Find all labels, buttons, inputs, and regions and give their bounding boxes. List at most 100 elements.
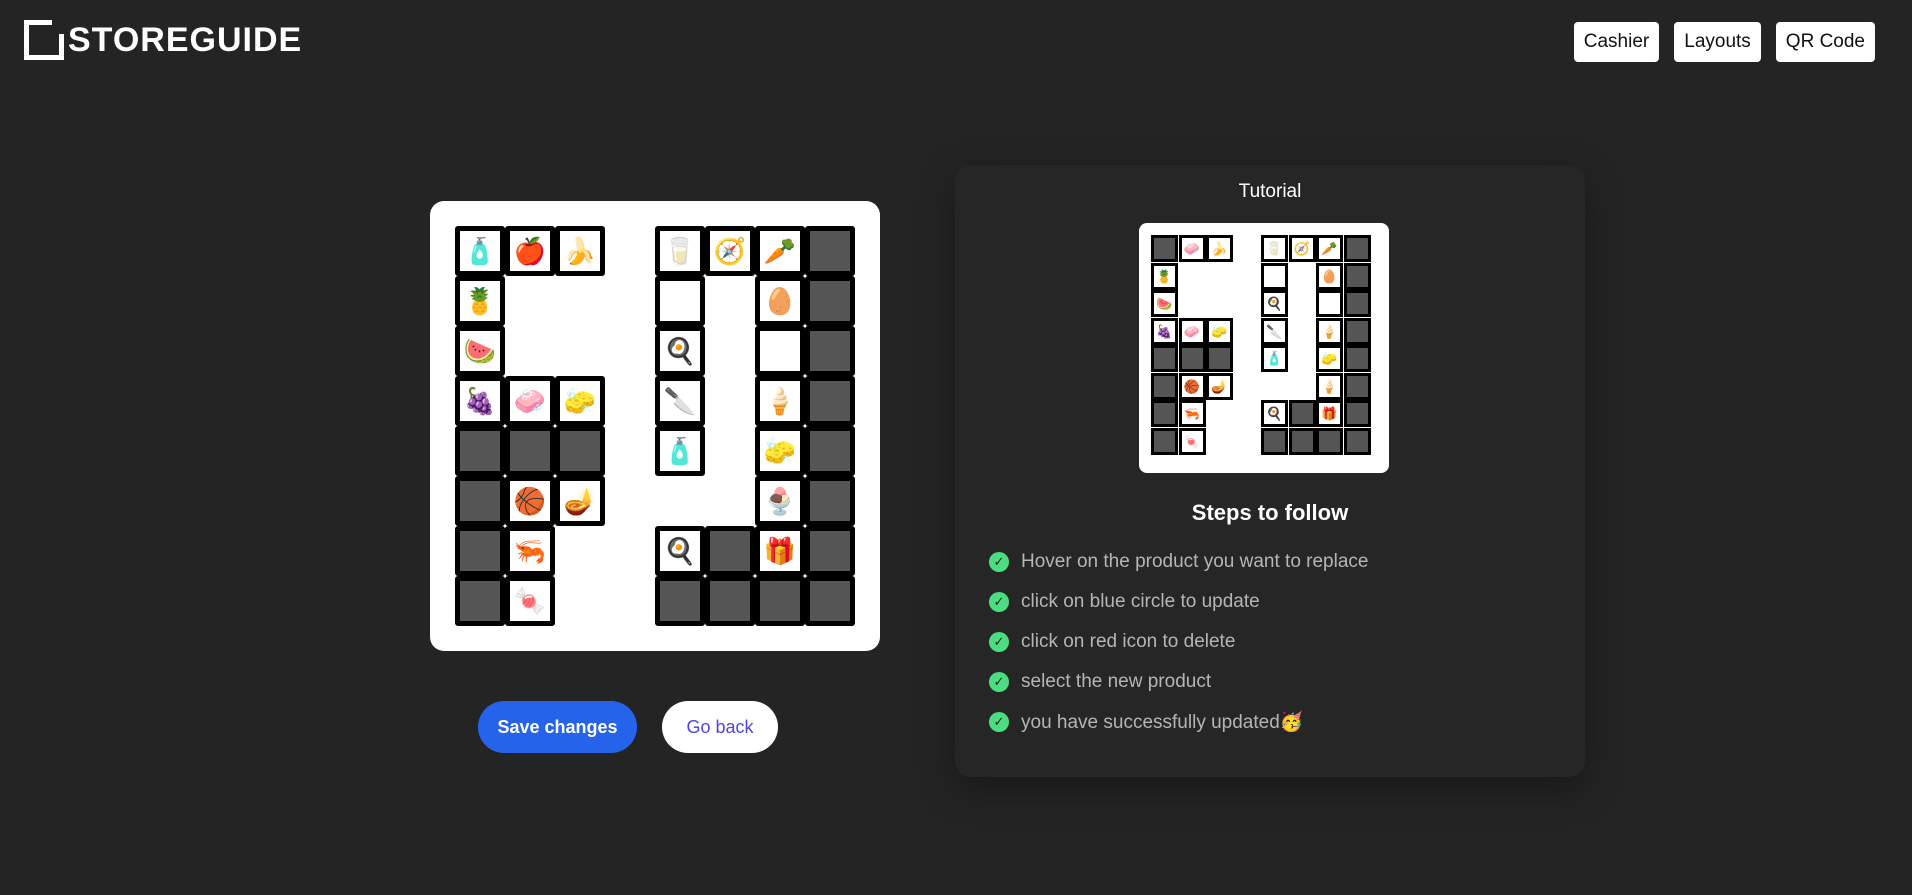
- eraser-icon[interactable]: 🧽: [755, 426, 805, 476]
- pineapple-icon[interactable]: 🍍: [455, 276, 505, 326]
- empty-shelf-cell[interactable]: [455, 576, 505, 626]
- check-circle-icon: ✓: [989, 672, 1009, 692]
- step-item: ✓ select the new product: [989, 662, 1368, 702]
- mini-product-cell: 🍉: [1151, 290, 1178, 317]
- milk-carton-icon[interactable]: 🥛: [655, 226, 705, 276]
- frying-pan-icon[interactable]: 🍳: [655, 326, 705, 376]
- mini-product-cell: 🧽: [1316, 345, 1343, 372]
- check-circle-icon: ✓: [989, 632, 1009, 652]
- plate-icon[interactable]: 🍽: [655, 276, 705, 326]
- mini-product-cell: 🍳: [1261, 290, 1288, 317]
- mini-product-cell: 🍬: [1178, 427, 1206, 455]
- cashier-button[interactable]: Cashier: [1573, 22, 1660, 62]
- mini-product-cell: 🧽: [1206, 317, 1233, 345]
- water-bottle-icon[interactable]: 🧴: [455, 226, 505, 276]
- step-text: select the new product: [1021, 671, 1212, 692]
- step-text: you have successfully updated🥳: [1021, 712, 1304, 733]
- empty-shelf-cell[interactable]: [705, 576, 755, 626]
- mini-empty-cell: [1343, 427, 1371, 455]
- empty-shelf-cell[interactable]: [805, 376, 855, 426]
- mini-product-cell: 🧭: [1288, 235, 1316, 262]
- mini-empty-cell: [1206, 345, 1233, 372]
- mini-empty-cell: [1151, 427, 1178, 455]
- mini-empty-cell: [1343, 372, 1371, 400]
- mini-empty-cell: [1343, 235, 1371, 262]
- mini-empty-cell: [1151, 345, 1178, 372]
- spray-bottle-icon[interactable]: 🧴: [655, 426, 705, 476]
- steps-title: Steps to follow: [1191, 500, 1349, 525]
- mini-product-cell: 🍌: [1206, 235, 1233, 262]
- step-text: click on blue circle to update: [1021, 591, 1260, 612]
- logo-text: STOREGUIDE: [68, 21, 303, 59]
- empty-shelf-cell[interactable]: [805, 526, 855, 576]
- logo[interactable]: STOREGUIDE: [24, 20, 302, 60]
- empty-shelf-cell[interactable]: [455, 476, 505, 526]
- mini-empty-cell: [1343, 262, 1371, 290]
- check-circle-icon: ✓: [989, 712, 1009, 732]
- mini-product-cell: 🍳: [1261, 400, 1288, 427]
- empty-shelf-cell[interactable]: [805, 276, 855, 326]
- apple-icon[interactable]: 🍎: [505, 226, 555, 276]
- empty-shelf-cell[interactable]: [555, 426, 605, 476]
- compass-icon[interactable]: 🧭: [705, 226, 755, 276]
- qr-code-button[interactable]: QR Code: [1775, 22, 1875, 62]
- top-nav: Cashier Layouts QR Code: [1573, 22, 1875, 62]
- step-item: ✓ click on red icon to delete: [989, 622, 1368, 662]
- empty-shelf-cell[interactable]: [505, 426, 555, 476]
- mini-product-cell: 🎁: [1316, 400, 1343, 427]
- mini-product-cell: 🍦: [1316, 372, 1343, 400]
- pen-icon[interactable]: 🖊: [755, 326, 805, 376]
- mini-empty-cell: [1316, 427, 1343, 455]
- ice-cream-icon[interactable]: 🍦: [755, 376, 805, 426]
- empty-shelf-cell[interactable]: [805, 226, 855, 276]
- banana-icon[interactable]: 🍌: [555, 226, 605, 276]
- step-item: ✓ Hover on the product you want to replac…: [989, 542, 1368, 582]
- empty-shelf-cell[interactable]: [805, 426, 855, 476]
- frying-pan-icon[interactable]: 🍳: [655, 526, 705, 576]
- basketball-icon[interactable]: 🏀: [505, 476, 555, 526]
- empty-shelf-cell[interactable]: [805, 576, 855, 626]
- grapes-icon[interactable]: 🍇: [455, 376, 505, 426]
- yellow-soap-icon[interactable]: 🧽: [555, 376, 605, 426]
- empty-shelf-cell[interactable]: [455, 426, 505, 476]
- mini-product-cell: 🧼: [1178, 235, 1206, 262]
- empty-shelf-cell[interactable]: [705, 526, 755, 576]
- tutorial-preview-image: 🧼 🍌 🍍 🍉 🍇 🧼 🧽 🏀 🪔 🦐 🍬 🥛 🧭 🥕 🍽 🥚 🍳 🖊 🔪 🍦 🧴 🧽 🍦 🍳 🎁: [1139, 223, 1389, 473]
- go-back-button[interactable]: Go back: [662, 701, 778, 753]
- empty-shelf-cell[interactable]: [455, 526, 505, 576]
- knife-icon[interactable]: 🔪: [655, 376, 705, 426]
- mini-product-cell: 🥛: [1261, 235, 1288, 262]
- mini-product-cell: 🏀: [1178, 372, 1206, 400]
- empty-shelf-cell[interactable]: [755, 576, 805, 626]
- layouts-button[interactable]: Layouts: [1674, 22, 1761, 62]
- egg-icon[interactable]: 🥚: [755, 276, 805, 326]
- mini-empty-cell: [1178, 345, 1206, 372]
- gift-box-icon[interactable]: 🎁: [755, 526, 805, 576]
- mini-empty-cell: [1288, 400, 1316, 427]
- watermelon-icon[interactable]: 🍉: [455, 326, 505, 376]
- mini-product-cell: 🍽: [1261, 262, 1288, 290]
- mini-product-cell: 🥚: [1316, 262, 1343, 290]
- green-soap-icon[interactable]: 🧼: [505, 376, 555, 426]
- mini-empty-cell: [1343, 290, 1371, 317]
- check-circle-icon: ✓: [989, 592, 1009, 612]
- empty-shelf-cell[interactable]: [805, 326, 855, 376]
- tutorial-panel: Tutorial 🧼 🍌 🍍 🍉 🍇 🧼 🧽 🏀 🪔 🦐 🍬 🥛 🧭 🥕 🍽 🥚 🍳 🖊 🔪 🍦 🧴 🧽 🍦 🍳 🎁 Steps…: [955, 165, 1585, 777]
- logo-mark-icon: [24, 20, 64, 60]
- mini-empty-cell: [1343, 400, 1371, 427]
- mini-product-cell: 🧼: [1178, 317, 1206, 345]
- save-changes-button[interactable]: Save changes: [478, 701, 637, 753]
- steps-list: ✓ Hover on the product you want to replac…: [989, 542, 1368, 742]
- step-item: ✓ you have successfully updated🥳: [989, 702, 1368, 742]
- mini-product-cell: 🪔: [1206, 372, 1233, 400]
- lamp-icon[interactable]: 🪔: [555, 476, 605, 526]
- shrimp-icon[interactable]: 🦐: [505, 526, 555, 576]
- mini-empty-cell: [1261, 427, 1288, 455]
- carrot-icon[interactable]: 🥕: [755, 226, 805, 276]
- tutorial-title: Tutorial: [1238, 181, 1302, 202]
- empty-shelf-cell[interactable]: [805, 476, 855, 526]
- ice-cream-cone-icon[interactable]: 🍨: [755, 476, 805, 526]
- store-layout-grid: 🧴 🍎 🍌 🍍 🍉 🍇 🧼 🧽 🏀 🪔 🦐 🍬 🥛 🧭 🥕 🍽 🥚 🍳 🖊 🔪 🍦 🧴 🧽 🍨 🍳 🎁: [430, 201, 880, 651]
- empty-shelf-cell[interactable]: [655, 576, 705, 626]
- candy-icon[interactable]: 🍬: [505, 576, 555, 626]
